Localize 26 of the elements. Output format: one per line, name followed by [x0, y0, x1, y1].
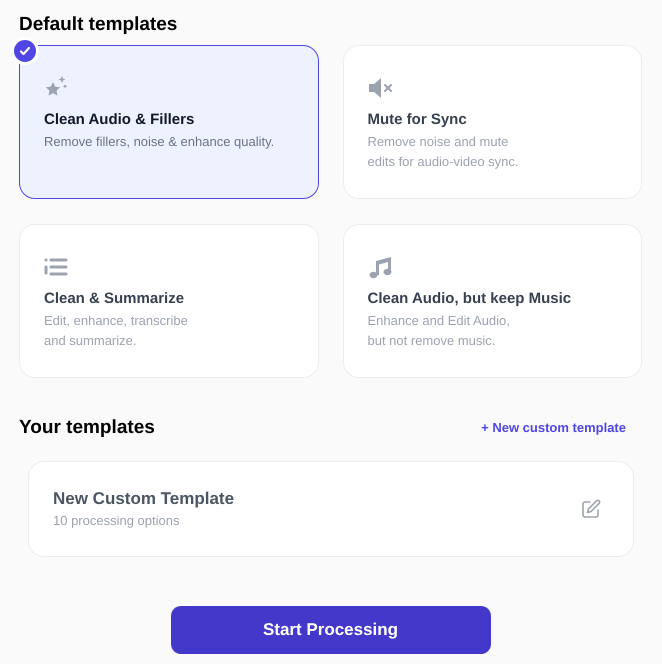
template-description: but not remove music.	[368, 332, 496, 350]
template-description: Remove fillers, noise & enhance quality.	[44, 133, 276, 151]
check-icon	[11, 37, 39, 65]
template-title: New Custom Template	[53, 488, 234, 510]
template-card[interactable]: Mute for Sync Remove noise and mute edits for audio-video sync.	[342, 45, 642, 199]
list-icon	[44, 257, 68, 277]
section-heading: Your templates	[19, 416, 155, 440]
template-title: Clean Audio, but keep Music	[368, 289, 572, 309]
template-title: Mute for Sync	[368, 110, 468, 130]
template-description: Edit, enhance, transcribe	[44, 312, 189, 330]
template-card[interactable]: Clean Audio & Fillers Remove fillers, noise & enhance quality.	[19, 45, 318, 199]
section-heading: Default templates	[19, 13, 178, 37]
template-title: Clean & Summarize	[44, 289, 186, 309]
template-card[interactable]: Clean & Summarize Edit, enhance, transcribe and summarize.	[19, 224, 318, 378]
template-title: Clean Audio & Fillers	[44, 110, 196, 130]
start-processing-button[interactable]: Start Processing	[170, 606, 490, 654]
edit-icon[interactable]	[581, 499, 601, 519]
template-subtitle: 10 processing options	[53, 512, 180, 530]
template-description: Remove noise and mute	[368, 133, 510, 151]
template-description: and summarize.	[44, 332, 138, 350]
template-description: edits for audio-video sync.	[368, 153, 520, 171]
music-note-icon	[368, 255, 394, 279]
template-card[interactable]: Clean Audio, but keep Music Enhance and Edit Audio, but not remove music.	[342, 224, 642, 378]
template-description: Enhance and Edit Audio,	[368, 312, 511, 330]
custom-template-card[interactable]: New Custom Template 10 processing options	[28, 461, 634, 557]
new-template-link[interactable]: + New custom template	[481, 418, 626, 438]
